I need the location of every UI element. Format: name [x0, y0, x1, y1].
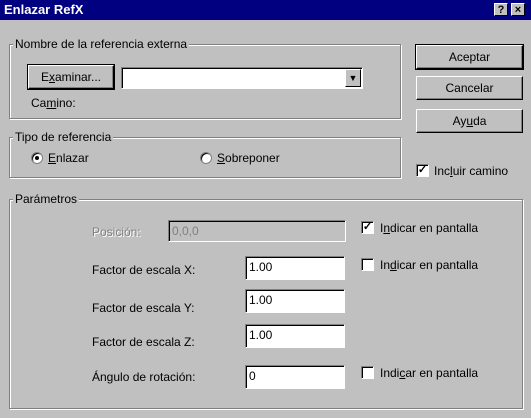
path-label-pre: Ca	[31, 96, 47, 110]
overlay-radio-label[interactable]: Sobreponer	[217, 151, 280, 165]
scale-x-field[interactable]: 1.00	[245, 256, 345, 280]
include-path-label[interactable]: Incluir camino	[434, 164, 508, 178]
include-path-checkbox[interactable]: ✓	[416, 164, 429, 177]
attach-label-post: nlazar	[56, 151, 89, 165]
scale-x-label: Factor de escala X:	[92, 263, 196, 277]
scale-onscreen-label[interactable]: Indicar en pantalla	[380, 258, 478, 272]
position-label: Posición:	[92, 225, 141, 239]
attach-radio-label[interactable]: Enlazar	[48, 151, 89, 165]
help-label-pre: Ay	[452, 114, 467, 128]
radio-selected-dot	[35, 156, 39, 160]
scale-onscreen-post: icar en pantalla	[396, 258, 479, 272]
scale-z-field[interactable]: 1.00	[245, 324, 345, 348]
window-title: Enlazar RefX	[4, 2, 84, 17]
overlay-radio[interactable]	[200, 152, 212, 164]
browse-label-pre: E	[40, 70, 49, 84]
attach-label-hotkey: E	[48, 151, 57, 165]
close-icon[interactable]: ×	[511, 3, 525, 16]
help-button[interactable]: Ayuda	[416, 109, 523, 133]
rotation-label: Ángulo de rotación:	[92, 370, 196, 384]
external-ref-group-label: Nombre de la referencia externa	[13, 37, 190, 51]
include-path-post: uir camino	[452, 164, 509, 178]
overlay-label-post: obreponer	[225, 151, 280, 165]
position-field: 0,0,0	[168, 220, 346, 242]
rotation-onscreen-label[interactable]: Indicar en pantalla	[380, 366, 478, 380]
position-onscreen-label[interactable]: Indicar en pantalla	[380, 221, 478, 235]
include-path-pre: Inc	[434, 164, 451, 178]
browse-button[interactable]: Examinar...	[27, 64, 115, 90]
title-bar: Enlazar RefX ? ×	[0, 0, 531, 20]
position-onscreen-checkbox[interactable]: ✓	[361, 221, 374, 234]
ref-name-dropdown[interactable]: ▼	[121, 67, 363, 89]
rotation-field[interactable]: 0	[245, 365, 345, 389]
overlay-label-hotkey: S	[217, 151, 226, 165]
rotation-onscreen-pre: Indi	[380, 366, 400, 380]
chevron-down-icon[interactable]: ▼	[345, 69, 361, 87]
position-onscreen-post: dicar en pantalla	[390, 221, 479, 235]
path-label-hotkey: m	[46, 96, 57, 110]
ok-button[interactable]: Aceptar	[415, 44, 524, 70]
attach-radio[interactable]	[31, 152, 43, 164]
path-label-post: ino:	[56, 96, 76, 110]
path-label: Camino:	[31, 96, 76, 110]
cancel-button[interactable]: Cancelar	[416, 76, 523, 100]
parameters-group-label: Parámetros	[13, 192, 80, 206]
help-icon[interactable]: ?	[494, 3, 508, 16]
scale-onscreen-checkbox[interactable]	[361, 258, 374, 271]
browse-label-post: aminar...	[54, 70, 102, 84]
reference-type-group-label: Tipo de referencia	[13, 130, 114, 144]
scale-y-field[interactable]: 1.00	[245, 289, 345, 313]
rotation-onscreen-checkbox[interactable]	[361, 366, 374, 379]
scale-y-label: Factor de escala Y:	[92, 301, 195, 315]
help-label-post: da	[473, 114, 487, 128]
scale-z-label: Factor de escala Z:	[92, 335, 195, 349]
scale-onscreen-hotkey: d	[390, 258, 397, 272]
rotation-onscreen-post: ar en pantalla	[405, 366, 479, 380]
scale-onscreen-pre: In	[380, 258, 391, 272]
